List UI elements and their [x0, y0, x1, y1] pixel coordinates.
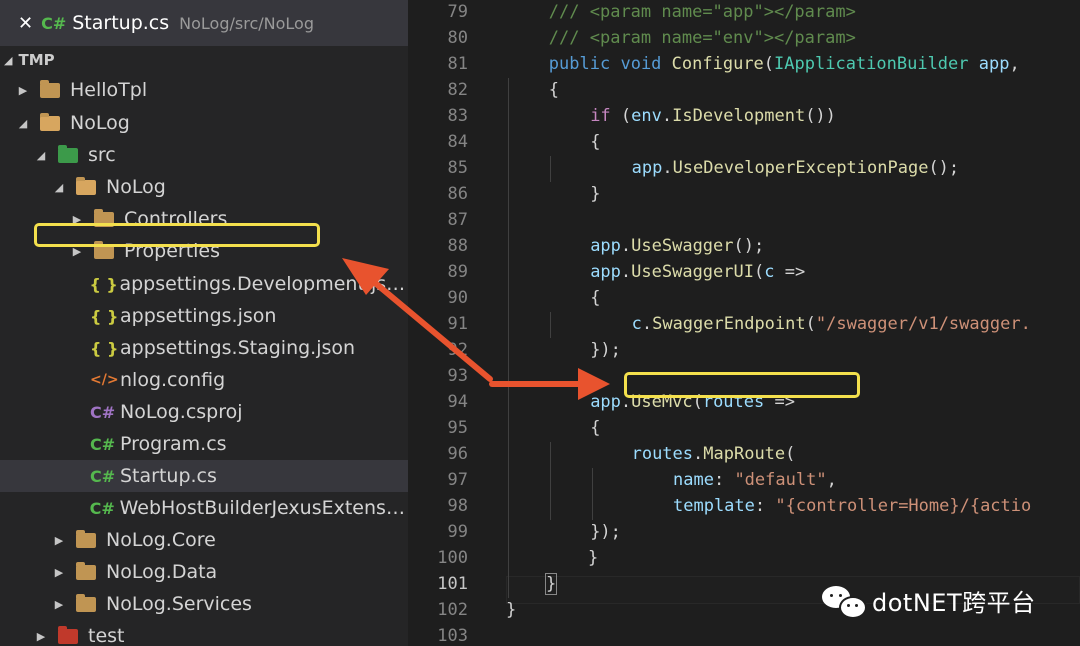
watermark: dotNET跨平台	[822, 582, 1036, 619]
annotation-arrows	[342, 258, 610, 400]
arrow-to-explorer	[342, 258, 493, 382]
wechat-icon	[822, 584, 867, 619]
watermark-text: dotNET跨平台	[872, 588, 1036, 617]
arrow-to-editor	[489, 368, 610, 400]
